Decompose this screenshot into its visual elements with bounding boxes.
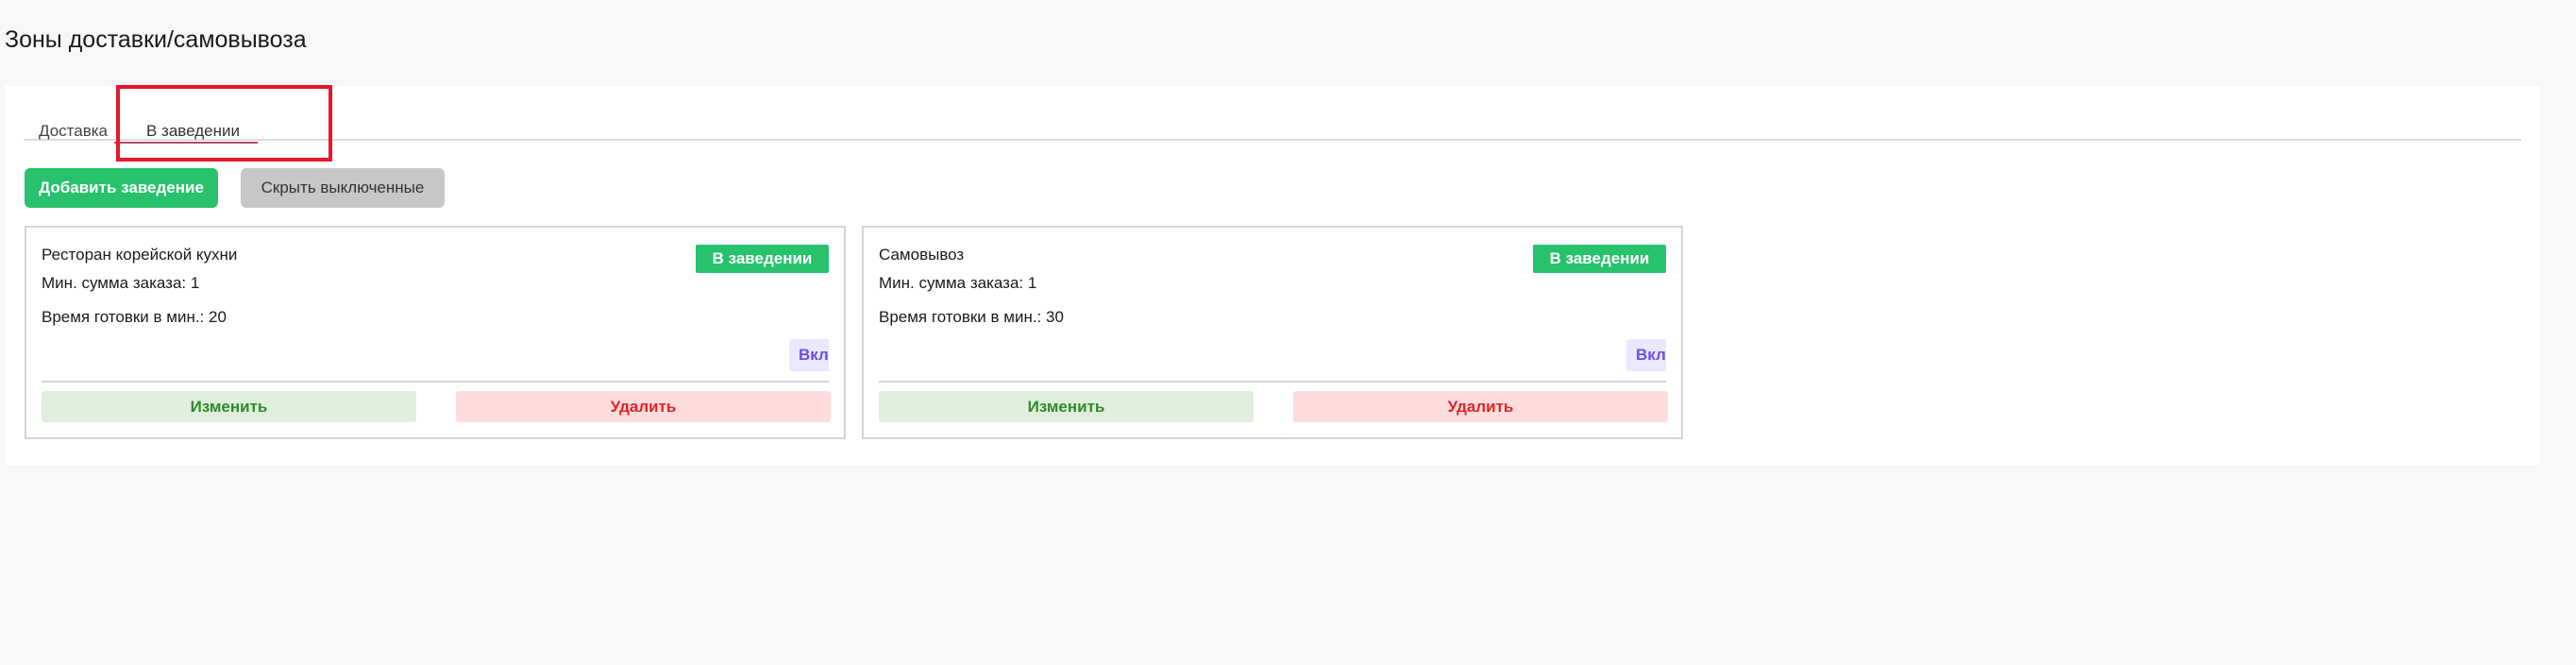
edit-button[interactable]: Изменить bbox=[42, 391, 416, 422]
venue-card: Самовывоз Мин. сумма заказа: 1 Время гот… bbox=[862, 226, 1683, 439]
min-order-amount: Мин. сумма заказа: 1 bbox=[879, 274, 1037, 292]
tab-bar: Доставка В заведении bbox=[24, 112, 2521, 141]
highlight-annotation bbox=[116, 85, 332, 162]
prep-time: Время готовки в мин.: 20 bbox=[42, 308, 227, 326]
venue-type-badge: В заведении bbox=[696, 245, 829, 273]
hide-disabled-button[interactable]: Скрыть выключенные bbox=[241, 168, 445, 208]
prep-time: Время готовки в мин.: 30 bbox=[879, 308, 1064, 326]
edit-button[interactable]: Изменить bbox=[879, 391, 1254, 422]
card-divider bbox=[42, 381, 829, 383]
main-panel: Доставка В заведении Добавить заведение … bbox=[5, 85, 2540, 465]
venue-name: Самовывоз bbox=[879, 246, 965, 264]
delete-button[interactable]: Удалить bbox=[456, 391, 831, 422]
min-order-amount: Мин. сумма заказа: 1 bbox=[42, 274, 200, 292]
tab-delivery[interactable]: Доставка bbox=[39, 122, 108, 148]
page-title: Зоны доставки/самовывоза bbox=[5, 26, 307, 53]
card-divider bbox=[879, 381, 1666, 383]
enabled-toggle[interactable]: Вкл bbox=[789, 339, 829, 371]
venue-name: Ресторан корейской кухни bbox=[42, 246, 238, 264]
enabled-toggle[interactable]: Вкл bbox=[1626, 339, 1666, 371]
delete-button[interactable]: Удалить bbox=[1293, 391, 1668, 422]
venue-type-badge: В заведении bbox=[1533, 245, 1666, 273]
venue-card: Ресторан корейской кухни Мин. сумма зака… bbox=[25, 226, 846, 439]
add-venue-button[interactable]: Добавить заведение bbox=[25, 168, 218, 208]
